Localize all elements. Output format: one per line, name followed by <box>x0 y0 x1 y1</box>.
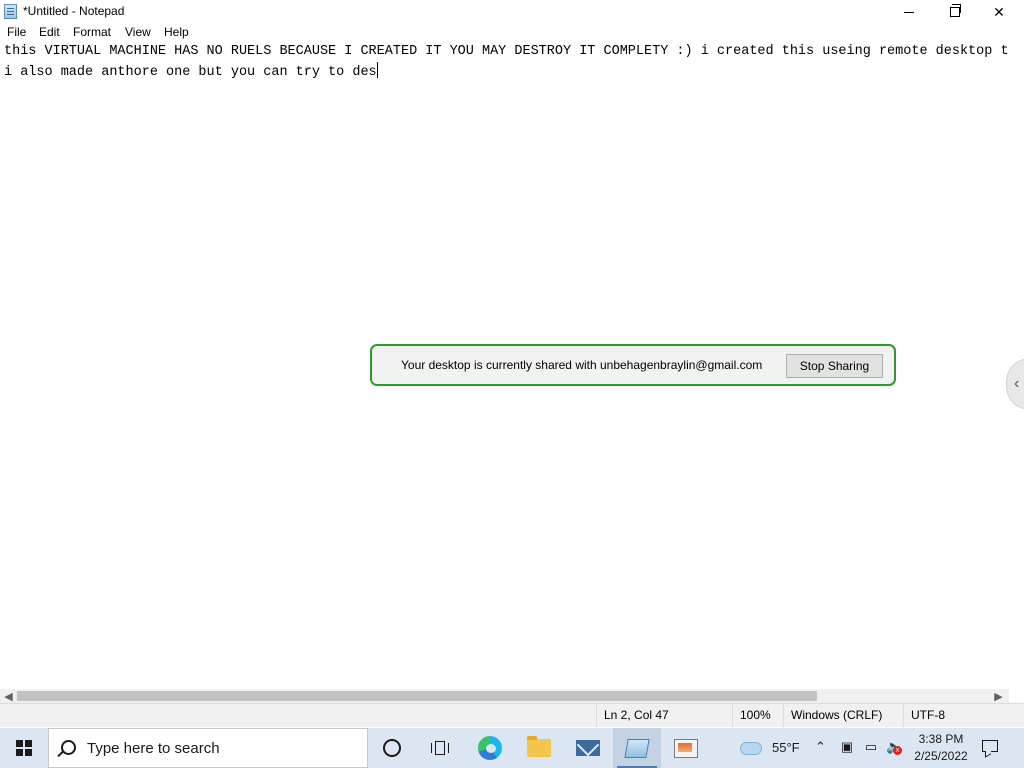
title-bar: *Untitled - Notepad ✕ <box>0 0 1024 24</box>
line-ending: Windows (CRLF) <box>783 704 903 727</box>
search-input[interactable] <box>87 729 357 767</box>
menu-help[interactable]: Help <box>164 25 189 39</box>
mute-badge-icon: x <box>893 746 902 755</box>
mail-icon <box>576 740 600 756</box>
start-button[interactable] <box>0 728 48 768</box>
cortana-icon <box>383 739 401 757</box>
menu-file[interactable]: File <box>7 25 26 39</box>
file-explorer-button[interactable] <box>515 728 563 768</box>
scroll-right-icon[interactable]: ▶ <box>990 689 1007 703</box>
minimize-button[interactable] <box>886 0 932 24</box>
editor-line-2-text: i also made anthore one but you can try … <box>4 65 377 80</box>
restore-icon <box>950 4 961 17</box>
taskbar: 55°F ⌃ ▣ ▭ 🔈 x 3:38 PM 2/25/2022 <box>0 728 1024 768</box>
meet-now-icon[interactable]: ▣ <box>840 740 854 754</box>
desktop-sharing-notification: Your desktop is currently shared with un… <box>370 344 896 386</box>
notepad-taskbar-button[interactable] <box>613 728 661 768</box>
horizontal-scrollbar[interactable]: ◀ ▶ <box>0 689 1009 703</box>
restore-button[interactable] <box>932 0 978 24</box>
editor-line-2: i also made anthore one but you can try … <box>4 62 378 80</box>
remote-desktop-button[interactable] <box>662 728 710 768</box>
menu-format[interactable]: Format <box>73 25 111 39</box>
weather-temperature[interactable]: 55°F <box>772 740 800 755</box>
scroll-left-icon[interactable]: ◀ <box>0 689 17 703</box>
menu-bar: File Edit Format View Help <box>0 24 1024 43</box>
weather-cloud-icon[interactable] <box>738 738 762 756</box>
task-view-button[interactable] <box>416 728 464 768</box>
taskbar-search[interactable] <box>48 728 368 768</box>
menu-edit[interactable]: Edit <box>39 25 60 39</box>
edge-icon <box>478 736 502 760</box>
task-view-icon <box>431 741 449 755</box>
window-title: *Untitled - Notepad <box>23 4 125 18</box>
edge-button[interactable] <box>466 728 514 768</box>
network-icon[interactable]: ▭ <box>864 740 878 754</box>
status-bar: Ln 2, Col 47 100% Windows (CRLF) UTF-8 <box>0 703 1024 727</box>
menu-view[interactable]: View <box>125 25 151 39</box>
clock-time[interactable]: 3:38 PM <box>918 732 964 746</box>
search-icon <box>61 740 76 755</box>
notifications-icon[interactable] <box>982 740 998 752</box>
text-caret <box>376 62 378 78</box>
clock-date[interactable]: 2/25/2022 <box>910 749 972 763</box>
stop-sharing-button[interactable]: Stop Sharing <box>786 354 883 378</box>
zoom-level: 100% <box>732 704 783 727</box>
cursor-position: Ln 2, Col 47 <box>596 704 732 727</box>
close-icon: ✕ <box>993 3 1005 20</box>
chevron-up-icon[interactable]: ⌃ <box>815 739 826 755</box>
notepad-icon <box>4 4 17 19</box>
close-button[interactable]: ✕ <box>976 0 1022 24</box>
remote-desktop-icon <box>674 738 698 758</box>
file-explorer-icon <box>527 736 551 757</box>
windows-logo-icon <box>16 740 32 756</box>
notepad-icon <box>624 738 650 758</box>
minimize-icon <box>904 11 914 13</box>
scrollbar-thumb[interactable] <box>17 691 817 701</box>
chevron-left-icon: ‹ <box>1014 375 1020 392</box>
cortana-button[interactable] <box>368 728 416 768</box>
mail-button[interactable] <box>564 728 612 768</box>
sharing-message: Your desktop is currently shared with un… <box>401 358 763 372</box>
editor-line-1: this VIRTUAL MACHINE HAS NO RUELS BECAUS… <box>4 44 1009 59</box>
encoding: UTF-8 <box>903 704 1024 727</box>
